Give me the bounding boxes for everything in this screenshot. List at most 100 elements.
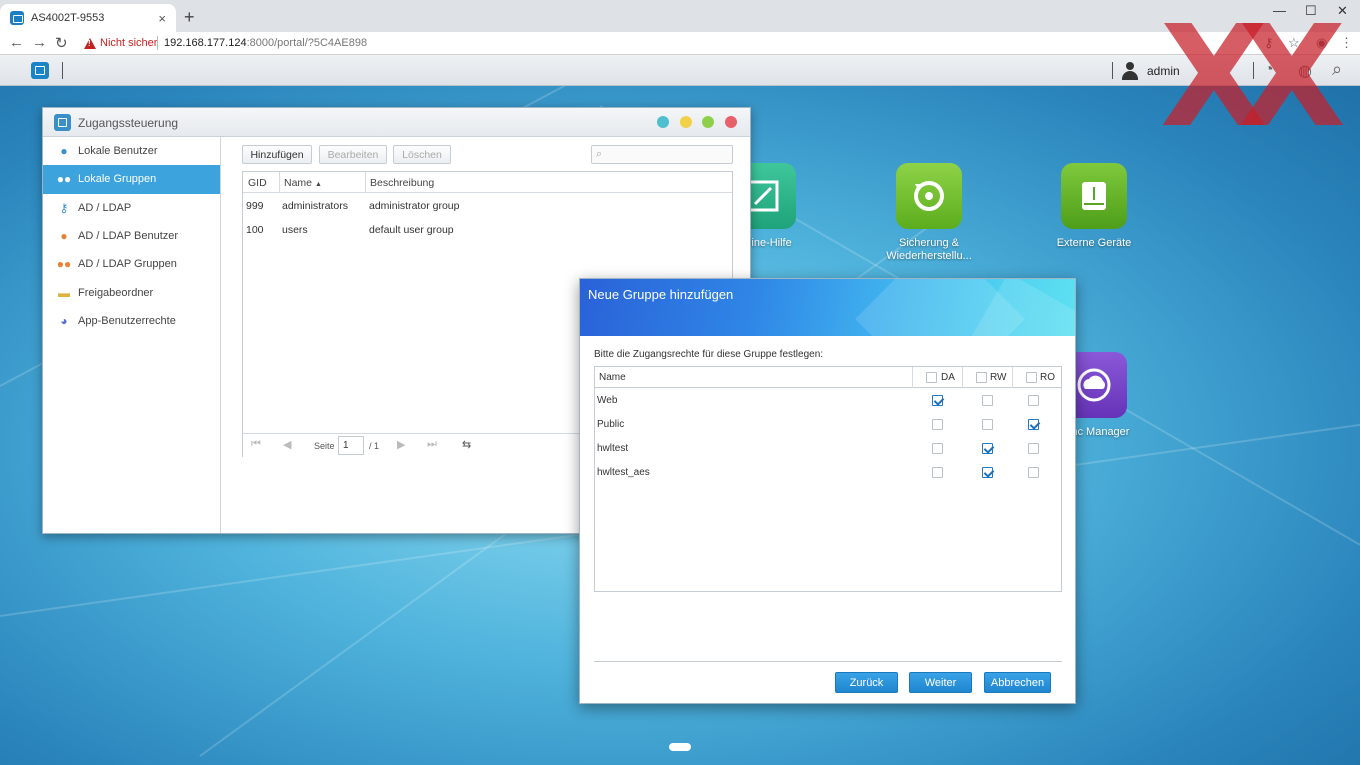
sidebar-item-label: Freigabeordner (78, 286, 154, 299)
permission-folder-name: hwltest_aes (597, 467, 650, 478)
ro-checkbox[interactable] (1028, 467, 1039, 478)
new-tab-button[interactable]: + (184, 7, 195, 28)
row-gid: 999 (246, 200, 264, 212)
permission-row[interactable]: Public (595, 413, 1061, 437)
profile-icon[interactable]: ◉ (1316, 35, 1327, 51)
rw-checkbox[interactable] (982, 443, 993, 454)
window-maximize-button[interactable] (702, 116, 714, 128)
group-search-input[interactable]: ⌕ (591, 145, 733, 164)
ro-checkbox[interactable] (1028, 419, 1039, 430)
last-page-icon[interactable]: ⏭ (427, 438, 437, 451)
sidebar-item-local-users[interactable]: ● Lokale Benutzer (43, 137, 220, 165)
permission-row[interactable]: hwltest (595, 437, 1061, 461)
key-icon: ⚷ (59, 200, 69, 215)
reload-icon[interactable]: ↻ (55, 34, 68, 52)
column-name[interactable]: Name ▲ (284, 177, 322, 189)
next-page-icon[interactable]: ▶ (397, 438, 405, 451)
desktop-app-external-devices[interactable]: Externe Geräte (1039, 163, 1149, 250)
backup-restore-icon (896, 163, 962, 229)
dialog-header: Neue Gruppe hinzufügen (580, 279, 1075, 336)
table-row[interactable]: 100 users default user group (243, 218, 732, 242)
warning-icon[interactable] (84, 38, 96, 49)
window-help-button[interactable] (657, 116, 669, 128)
rw-checkbox[interactable] (982, 419, 993, 430)
rw-checkbox[interactable] (982, 395, 993, 406)
column-separator (912, 367, 913, 388)
back-button[interactable]: Zurück (835, 672, 898, 693)
not-secure-label[interactable]: Nicht sicher (100, 37, 157, 49)
table-row[interactable]: 999 administrators administrator group (243, 194, 732, 218)
ro-checkbox[interactable] (1028, 443, 1039, 454)
column-ro: RO (1040, 372, 1055, 383)
delete-group-button[interactable]: Löschen (393, 145, 451, 164)
browser-tab[interactable]: AS4002T-9553 × (0, 4, 176, 32)
search-icon[interactable]: ⌕ (1332, 59, 1342, 80)
back-arrow-icon[interactable]: ← (9, 34, 24, 51)
permission-row[interactable]: hwltest_aes (595, 461, 1061, 485)
cancel-button[interactable]: Abbrechen (984, 672, 1051, 693)
column-gid[interactable]: GID (248, 177, 267, 189)
window-title: Zugangssteuerung (78, 116, 179, 130)
ldap-user-icon: ● (60, 229, 68, 244)
url-field[interactable]: 192.168.177.124:8000/portal/?5C4AE898 (164, 37, 367, 49)
first-page-icon[interactable]: ⏮ (251, 438, 261, 451)
sidebar-item-app-privileges[interactable]: ◕ App-Benutzerrechte (43, 307, 220, 335)
close-window-icon[interactable]: ✕ (1337, 3, 1348, 19)
column-separator (365, 172, 366, 193)
add-group-button[interactable]: Hinzufügen (242, 145, 312, 164)
rocket-icon: ◕ (60, 313, 68, 328)
next-button[interactable]: Weiter (909, 672, 972, 693)
select-all-da-checkbox[interactable] (926, 372, 937, 383)
sidebar-item-ad-ldap[interactable]: ⚷ AD / LDAP (43, 194, 220, 222)
column-rw: RW (990, 372, 1007, 383)
permission-row[interactable]: Web (595, 389, 1061, 413)
browser-tab-bar: AS4002T-9553 × + — ☐ ✕ (0, 0, 1360, 32)
da-checkbox[interactable] (932, 419, 943, 430)
column-separator (962, 367, 963, 388)
permissions-table-header: Name DA RW RO (595, 367, 1061, 388)
sidebar-item-label: Lokale Benutzer (78, 145, 158, 158)
dock-toggle-handle[interactable] (669, 743, 691, 751)
desktop-app-backup[interactable]: Sicherung & Wiederherstellu... (874, 163, 984, 263)
window-minimize-button[interactable] (680, 116, 692, 128)
rw-checkbox[interactable] (982, 467, 993, 478)
page-number-input[interactable]: 1 (338, 436, 364, 455)
row-name: administrators (282, 200, 348, 212)
nas-taskbar: admin ◔ ◍ ⌕ (0, 55, 1360, 86)
watermark-logo: XX (1160, 0, 1346, 159)
refresh-icon[interactable]: ⇆ (462, 438, 471, 451)
prev-page-icon[interactable]: ◀ (283, 438, 291, 451)
da-checkbox[interactable] (932, 395, 943, 406)
column-description[interactable]: Beschreibung (370, 177, 434, 189)
user-icon: ● (60, 144, 68, 159)
sidebar-item-shared-folders[interactable]: ▬ Freigabeordner (43, 278, 220, 306)
sidebar-item-label: AD / LDAP Gruppen (78, 258, 177, 271)
window-close-button[interactable] (725, 116, 737, 128)
dialog-separator (594, 661, 1062, 662)
nas-favicon-icon (10, 11, 24, 25)
da-checkbox[interactable] (932, 467, 943, 478)
sidebar-item-label: Lokale Gruppen (78, 173, 157, 186)
sidebar-item-ad-ldap-groups[interactable]: ●● AD / LDAP Gruppen (43, 250, 220, 278)
da-checkbox[interactable] (932, 443, 943, 454)
browser-menu-icon[interactable]: ⋮ (1340, 35, 1353, 51)
select-all-rw-checkbox[interactable] (976, 372, 987, 383)
sidebar-item-local-groups[interactable]: ●● Lokale Gruppen (43, 165, 220, 194)
tab-close-icon[interactable]: × (158, 11, 166, 26)
forward-arrow-icon[interactable]: → (32, 34, 47, 51)
ro-checkbox[interactable] (1028, 395, 1039, 406)
user-avatar-icon[interactable] (1121, 62, 1139, 80)
dialog-title: Neue Gruppe hinzufügen (588, 287, 734, 302)
nas-home-icon[interactable] (31, 62, 49, 79)
select-all-ro-checkbox[interactable] (1026, 372, 1037, 383)
page-label: Seite (314, 441, 335, 451)
column-name: Name (599, 372, 626, 383)
taskbar-separator (62, 62, 63, 79)
edit-group-button[interactable]: Bearbeiten (319, 145, 387, 164)
sidebar-item-label: AD / LDAP (78, 201, 132, 214)
sidebar-item-ad-ldap-users[interactable]: ● AD / LDAP Benutzer (43, 222, 220, 250)
url-host: 192.168.177.124 (164, 37, 247, 49)
window-titlebar[interactable]: Zugangssteuerung (43, 108, 750, 137)
row-name: users (282, 224, 308, 236)
column-da: DA (941, 372, 955, 383)
